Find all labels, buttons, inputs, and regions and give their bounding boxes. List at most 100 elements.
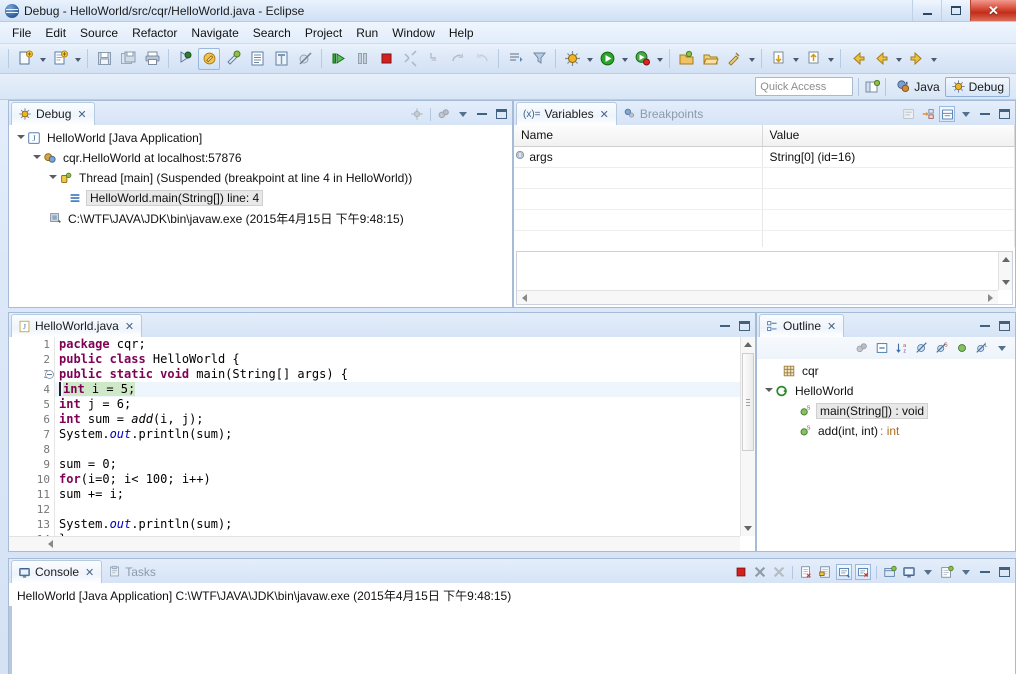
minimize-icon[interactable] (977, 106, 993, 122)
remove-launch-icon[interactable] (752, 564, 768, 580)
tree-item[interactable]: S add(int, int) : int (757, 421, 1015, 441)
toggle-breakpoint-icon[interactable] (174, 48, 196, 70)
console-body[interactable]: HelloWorld [Java Application] C:\WTF\JAV… (9, 583, 1015, 674)
close-icon[interactable]: ✕ (77, 108, 86, 121)
skip-breakpoints-icon[interactable] (294, 48, 316, 70)
terminate-icon[interactable] (375, 48, 397, 70)
show-console-on-error-icon[interactable] (855, 564, 871, 580)
external-tools-icon[interactable] (631, 48, 653, 70)
back-dropdown-icon[interactable] (893, 48, 904, 70)
save-all-icon[interactable] (117, 48, 139, 70)
remove-all-terminated-icon[interactable] (771, 564, 787, 580)
menu-window[interactable]: Window (385, 24, 442, 42)
expander-icon[interactable] (15, 134, 26, 142)
view-menu-icon[interactable] (455, 106, 471, 122)
open-perspective-icon[interactable] (864, 79, 881, 95)
show-debug-toolbar-icon[interactable] (409, 106, 425, 122)
tab-breakpoints[interactable]: Breakpoints (617, 102, 710, 125)
disconnect-icon[interactable] (399, 48, 421, 70)
tab-outline[interactable]: Outline ✕ (759, 314, 845, 337)
expander-icon[interactable] (47, 174, 58, 182)
scroll-lock-icon[interactable] (817, 564, 833, 580)
table-row[interactable] (514, 188, 1015, 210)
maximize-icon[interactable] (493, 106, 509, 122)
display-selected-dropdown-icon[interactable] (920, 564, 936, 580)
open-console-dropdown-icon[interactable] (958, 564, 974, 580)
table-row[interactable] (514, 167, 1015, 189)
maximize-button[interactable] (941, 0, 970, 21)
sort-icon[interactable]: az (894, 340, 910, 356)
scroll-right-icon[interactable] (983, 291, 998, 305)
tree-item[interactable]: S main(String[]) : void (757, 401, 1015, 421)
drop-to-frame-icon[interactable] (504, 48, 526, 70)
step-over-icon[interactable] (447, 48, 469, 70)
close-icon[interactable]: ✕ (125, 320, 134, 333)
previous-annotation-icon[interactable] (802, 48, 824, 70)
expander-icon[interactable] (31, 154, 42, 162)
maximize-icon[interactable] (996, 564, 1012, 580)
next-annotation-icon[interactable] (767, 48, 789, 70)
outline-tree[interactable]: cqr HelloWorld S main(String[]) : void S… (757, 359, 1015, 441)
code-text[interactable]: package cqr; public class HelloWorld { p… (55, 337, 755, 551)
editor-vertical-scrollbar[interactable] (740, 337, 755, 536)
back-history-icon[interactable] (846, 48, 868, 70)
new-wizard-icon[interactable] (14, 48, 36, 70)
open-type-hierarchy-icon[interactable] (675, 48, 697, 70)
scroll-down-icon[interactable] (999, 275, 1012, 290)
tab-console[interactable]: Console ✕ (11, 560, 103, 583)
column-value[interactable]: Value (762, 125, 1015, 147)
quick-access-input[interactable]: Quick Access (755, 77, 854, 96)
menu-project[interactable]: Project (298, 24, 349, 42)
fold-collapse-icon[interactable] (45, 370, 54, 379)
search-dropdown-icon[interactable] (746, 48, 757, 70)
open-type-icon[interactable] (246, 48, 268, 70)
new-annotation-icon[interactable] (222, 48, 244, 70)
debug-icon[interactable] (561, 48, 583, 70)
tree-item[interactable]: cqr (757, 361, 1015, 381)
close-icon[interactable]: ✕ (827, 320, 836, 333)
menu-edit[interactable]: Edit (38, 24, 73, 42)
minimize-icon[interactable] (474, 106, 490, 122)
resume-icon[interactable] (327, 48, 349, 70)
minimize-icon[interactable] (977, 564, 993, 580)
run-icon[interactable] (596, 48, 618, 70)
hide-static-icon[interactable]: S (934, 340, 950, 356)
tree-item[interactable]: cqr.HelloWorld at localhost:57876 (9, 148, 512, 168)
debug-dropdown-icon[interactable] (584, 48, 595, 70)
forward-dropdown-icon[interactable] (928, 48, 939, 70)
column-name[interactable]: Name (514, 125, 763, 147)
collapse-all-icon[interactable] (874, 340, 890, 356)
tree-item[interactable]: HelloWorld.main(String[]) line: 4 (9, 188, 512, 208)
scroll-left-icon[interactable] (517, 291, 532, 305)
tree-item[interactable]: J HelloWorld [Java Application] (9, 128, 512, 148)
collapse-all-icon[interactable] (901, 106, 917, 122)
tab-variables[interactable]: (x)= Variables ✕ (516, 102, 617, 125)
scroll-up-icon[interactable] (741, 337, 755, 352)
expander-icon[interactable] (763, 387, 774, 395)
debug-tree[interactable]: J HelloWorld [Java Application] cqr.Hell… (9, 125, 512, 307)
detail-vertical-scrollbar[interactable] (998, 252, 1012, 290)
show-detail-pane-icon[interactable] (939, 106, 955, 122)
use-step-filters-icon[interactable] (528, 48, 550, 70)
view-menu-icon[interactable] (958, 106, 974, 122)
console-output[interactable] (9, 606, 1015, 674)
scroll-left-icon[interactable] (43, 537, 58, 551)
variables-detail-pane[interactable] (516, 251, 1013, 305)
hide-non-public-icon[interactable] (954, 340, 970, 356)
pin-console-icon[interactable] (882, 564, 898, 580)
editor-horizontal-scrollbar[interactable] (9, 536, 740, 551)
maximize-icon[interactable] (996, 106, 1012, 122)
view-menu-icon[interactable] (994, 340, 1010, 356)
clear-console-icon[interactable] (798, 564, 814, 580)
print-icon[interactable] (141, 48, 163, 70)
run-dropdown-icon[interactable] (619, 48, 630, 70)
tree-item[interactable]: Thread [main] (Suspended (breakpoint at … (9, 168, 512, 188)
forward-arrow-icon[interactable] (905, 48, 927, 70)
previous-annotation-dropdown-icon[interactable] (825, 48, 836, 70)
menu-source[interactable]: Source (73, 24, 125, 42)
hide-local-types-icon[interactable]: L (974, 340, 990, 356)
open-console-icon[interactable] (939, 564, 955, 580)
tab-debug[interactable]: Debug ✕ (11, 102, 95, 125)
suspend-icon[interactable] (351, 48, 373, 70)
minimize-button[interactable] (912, 0, 941, 21)
